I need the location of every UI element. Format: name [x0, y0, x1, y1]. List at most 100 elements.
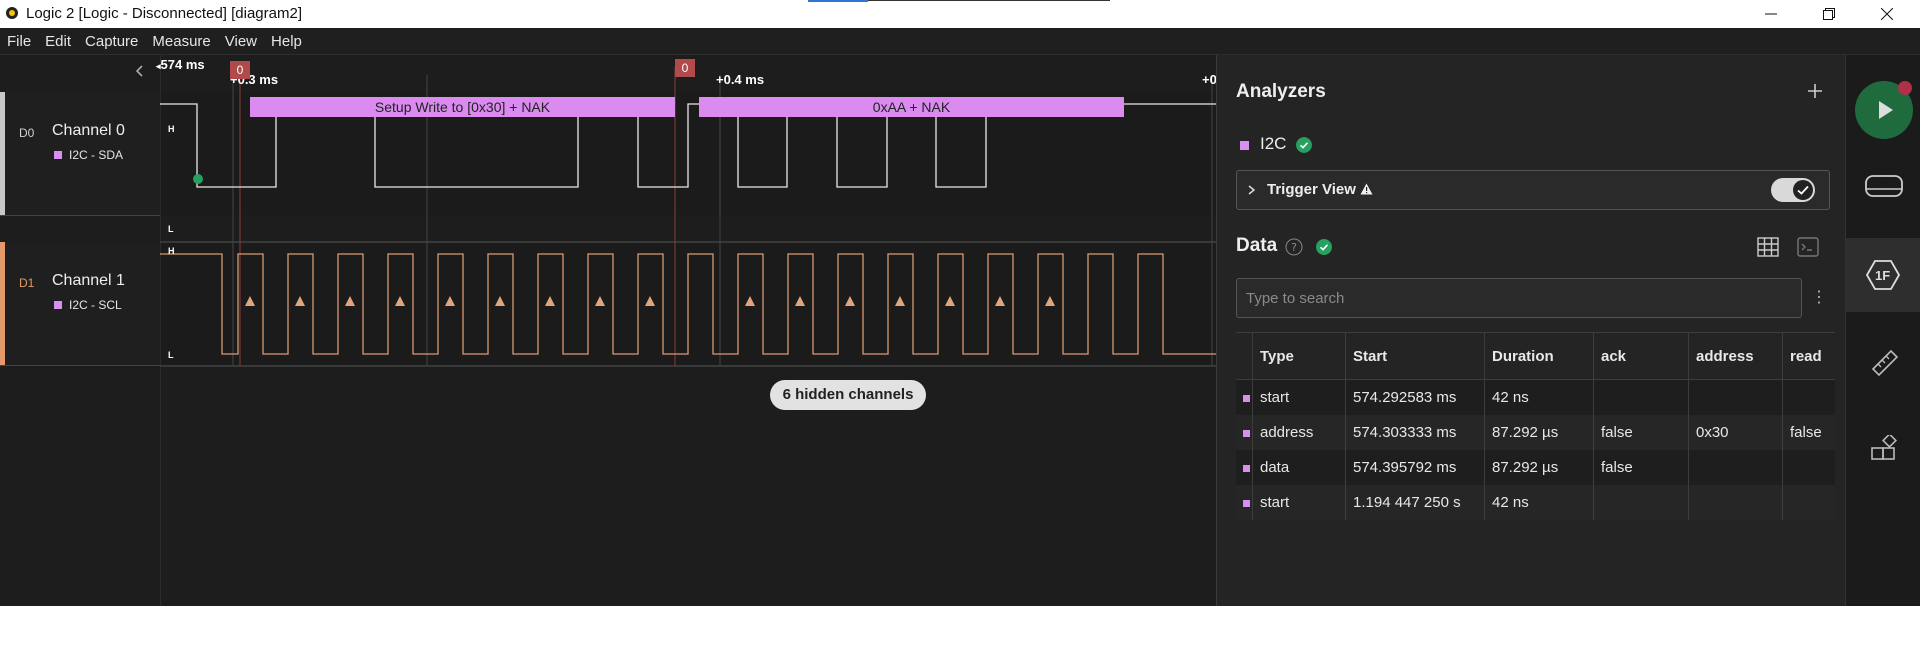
menu-edit[interactable]: Edit: [38, 33, 78, 50]
timing-marker[interactable]: 0: [675, 59, 695, 77]
extensions-icon[interactable]: [1870, 435, 1898, 463]
analyzer-badge-text: 1F: [1875, 268, 1891, 283]
channel-color-bar: [0, 92, 5, 215]
hidden-channels-button[interactable]: 6 hidden channels: [770, 380, 926, 410]
level-high-label: H: [168, 246, 175, 256]
column-header-start[interactable]: Start: [1345, 332, 1485, 380]
device-icon[interactable]: [1864, 172, 1904, 200]
cell-type: start: [1252, 485, 1346, 520]
column-header-ack[interactable]: ack: [1593, 332, 1689, 380]
cell-start: 574.395792 ms: [1345, 450, 1485, 485]
analyzers-tab[interactable]: 1F: [1846, 238, 1920, 312]
cell-address: [1688, 485, 1783, 520]
analyzer-color-square: [54, 151, 62, 159]
menu-capture[interactable]: Capture: [78, 33, 145, 50]
close-button[interactable]: [1858, 0, 1916, 28]
cell-type: address: [1252, 415, 1346, 450]
menu-view[interactable]: View: [218, 33, 264, 50]
search-input[interactable]: [1237, 279, 1801, 317]
data-title: Data: [1236, 235, 1278, 256]
cell-type: start: [1252, 379, 1346, 415]
cell-address: [1688, 379, 1783, 415]
cell-ack: false: [1593, 415, 1689, 450]
trigger-view-toggle[interactable]: [1771, 178, 1815, 202]
column-header-duration[interactable]: Duration: [1484, 332, 1594, 380]
waveform-canvas[interactable]: [160, 55, 1216, 606]
table-row[interactable]: start 1.194 447 250 s 42 ns: [1236, 485, 1835, 520]
ruler-icon[interactable]: [1869, 347, 1899, 377]
title-accent: [808, 0, 868, 2]
analyzers-panel: Analyzers I2C Trigger View Data ? Type t…: [1216, 55, 1846, 606]
chevron-right-icon: [1248, 185, 1256, 195]
trigger-view-label: Trigger View: [1267, 181, 1373, 198]
logic2-window: Logic 2 [Logic - Disconnected] [diagram2…: [0, 0, 1920, 606]
timeline-tick-label: +0: [1202, 72, 1217, 87]
table-header-row: Type Start Duration ack address read: [1236, 332, 1835, 380]
menu-measure[interactable]: Measure: [145, 33, 217, 50]
restore-icon: [1823, 8, 1835, 20]
level-high-label: H: [168, 124, 175, 134]
check-circle-icon: [1296, 137, 1312, 153]
cell-address: 0x30: [1688, 415, 1783, 450]
record-indicator: [1898, 81, 1912, 95]
column-header-type[interactable]: Type: [1252, 332, 1346, 380]
level-low-label: L: [168, 224, 174, 234]
check-icon: [1797, 185, 1809, 195]
row-color-cell: [1236, 379, 1253, 415]
protocol-frame[interactable]: 0xAA + NAK: [699, 97, 1124, 117]
channel-row-0[interactable]: D0 Channel 0 I2C - SDA: [0, 92, 160, 216]
cell-duration: 87.292 µs: [1484, 450, 1594, 485]
cell-duration: 42 ns: [1484, 379, 1594, 415]
header-color-cell: [1236, 332, 1253, 380]
search-field[interactable]: [1236, 278, 1802, 318]
cell-ack: [1593, 379, 1689, 415]
column-header-read[interactable]: read: [1782, 332, 1835, 380]
help-icon[interactable]: ?: [1285, 238, 1303, 256]
collapse-chevron-icon[interactable]: [134, 65, 146, 77]
timing-marker[interactable]: 0: [230, 61, 250, 79]
cell-read: [1782, 450, 1835, 485]
waveform-area[interactable]: ◂574 ms +0.3 ms +0.4 ms +0 0 0 Setup Wri…: [135, 55, 1217, 606]
terminal-view-icon[interactable]: [1797, 237, 1819, 257]
channel-row-1[interactable]: D1 Channel 1 I2C - SCL: [0, 242, 160, 366]
cell-read: [1782, 379, 1835, 415]
cell-duration: 42 ns: [1484, 485, 1594, 520]
check-circle-icon: [1316, 239, 1332, 255]
level-low-label: L: [168, 350, 174, 360]
timeline-start-label: ◂574 ms: [156, 57, 205, 72]
close-icon: [1881, 8, 1893, 20]
logic-app-icon: [6, 7, 18, 19]
analyzer-color-square: [54, 301, 62, 309]
more-options-icon[interactable]: ⋮: [1811, 287, 1827, 307]
table-row[interactable]: address 574.303333 ms 87.292 µs false 0x…: [1236, 415, 1835, 450]
protocol-frame[interactable]: Setup Write to [0x30] + NAK: [250, 97, 675, 117]
analyzer-name[interactable]: I2C: [1260, 134, 1286, 154]
menu-help[interactable]: Help: [264, 33, 309, 50]
cell-start: 574.292583 ms: [1345, 379, 1485, 415]
cell-start: 574.303333 ms: [1345, 415, 1485, 450]
column-header-address[interactable]: address: [1688, 332, 1783, 380]
channel-name[interactable]: Channel 0: [52, 122, 125, 140]
table-row[interactable]: start 574.292583 ms 42 ns: [1236, 379, 1835, 415]
cell-ack: [1593, 485, 1689, 520]
channel-id: D0: [19, 126, 35, 140]
channel-id: D1: [19, 276, 35, 290]
channel-list: D0 Channel 0 I2C - SDA D1 Channel 1 I2C …: [0, 55, 160, 606]
restore-button[interactable]: [1800, 0, 1858, 28]
channel-name[interactable]: Channel 1: [52, 272, 125, 290]
row-color-cell: [1236, 415, 1253, 450]
analyzer-color-square: [1240, 141, 1249, 150]
data-table: Type Start Duration ack address read sta…: [1236, 332, 1835, 520]
table-row[interactable]: data 574.395792 ms 87.292 µs false: [1236, 450, 1835, 485]
table-view-icon[interactable]: [1757, 237, 1779, 257]
cell-address: [1688, 450, 1783, 485]
minimize-button[interactable]: [1742, 0, 1800, 28]
trigger-view-row[interactable]: Trigger View: [1236, 170, 1830, 210]
menu-file[interactable]: File: [0, 33, 38, 50]
window-title: Logic 2 [Logic - Disconnected] [diagram2…: [26, 5, 302, 22]
plus-icon[interactable]: [1807, 83, 1823, 99]
cell-start: 1.194 447 250 s: [1345, 485, 1485, 520]
start-condition-dot: [193, 174, 203, 184]
timeline-tick-label: +0.4 ms: [716, 72, 765, 87]
cell-read: [1782, 485, 1835, 520]
